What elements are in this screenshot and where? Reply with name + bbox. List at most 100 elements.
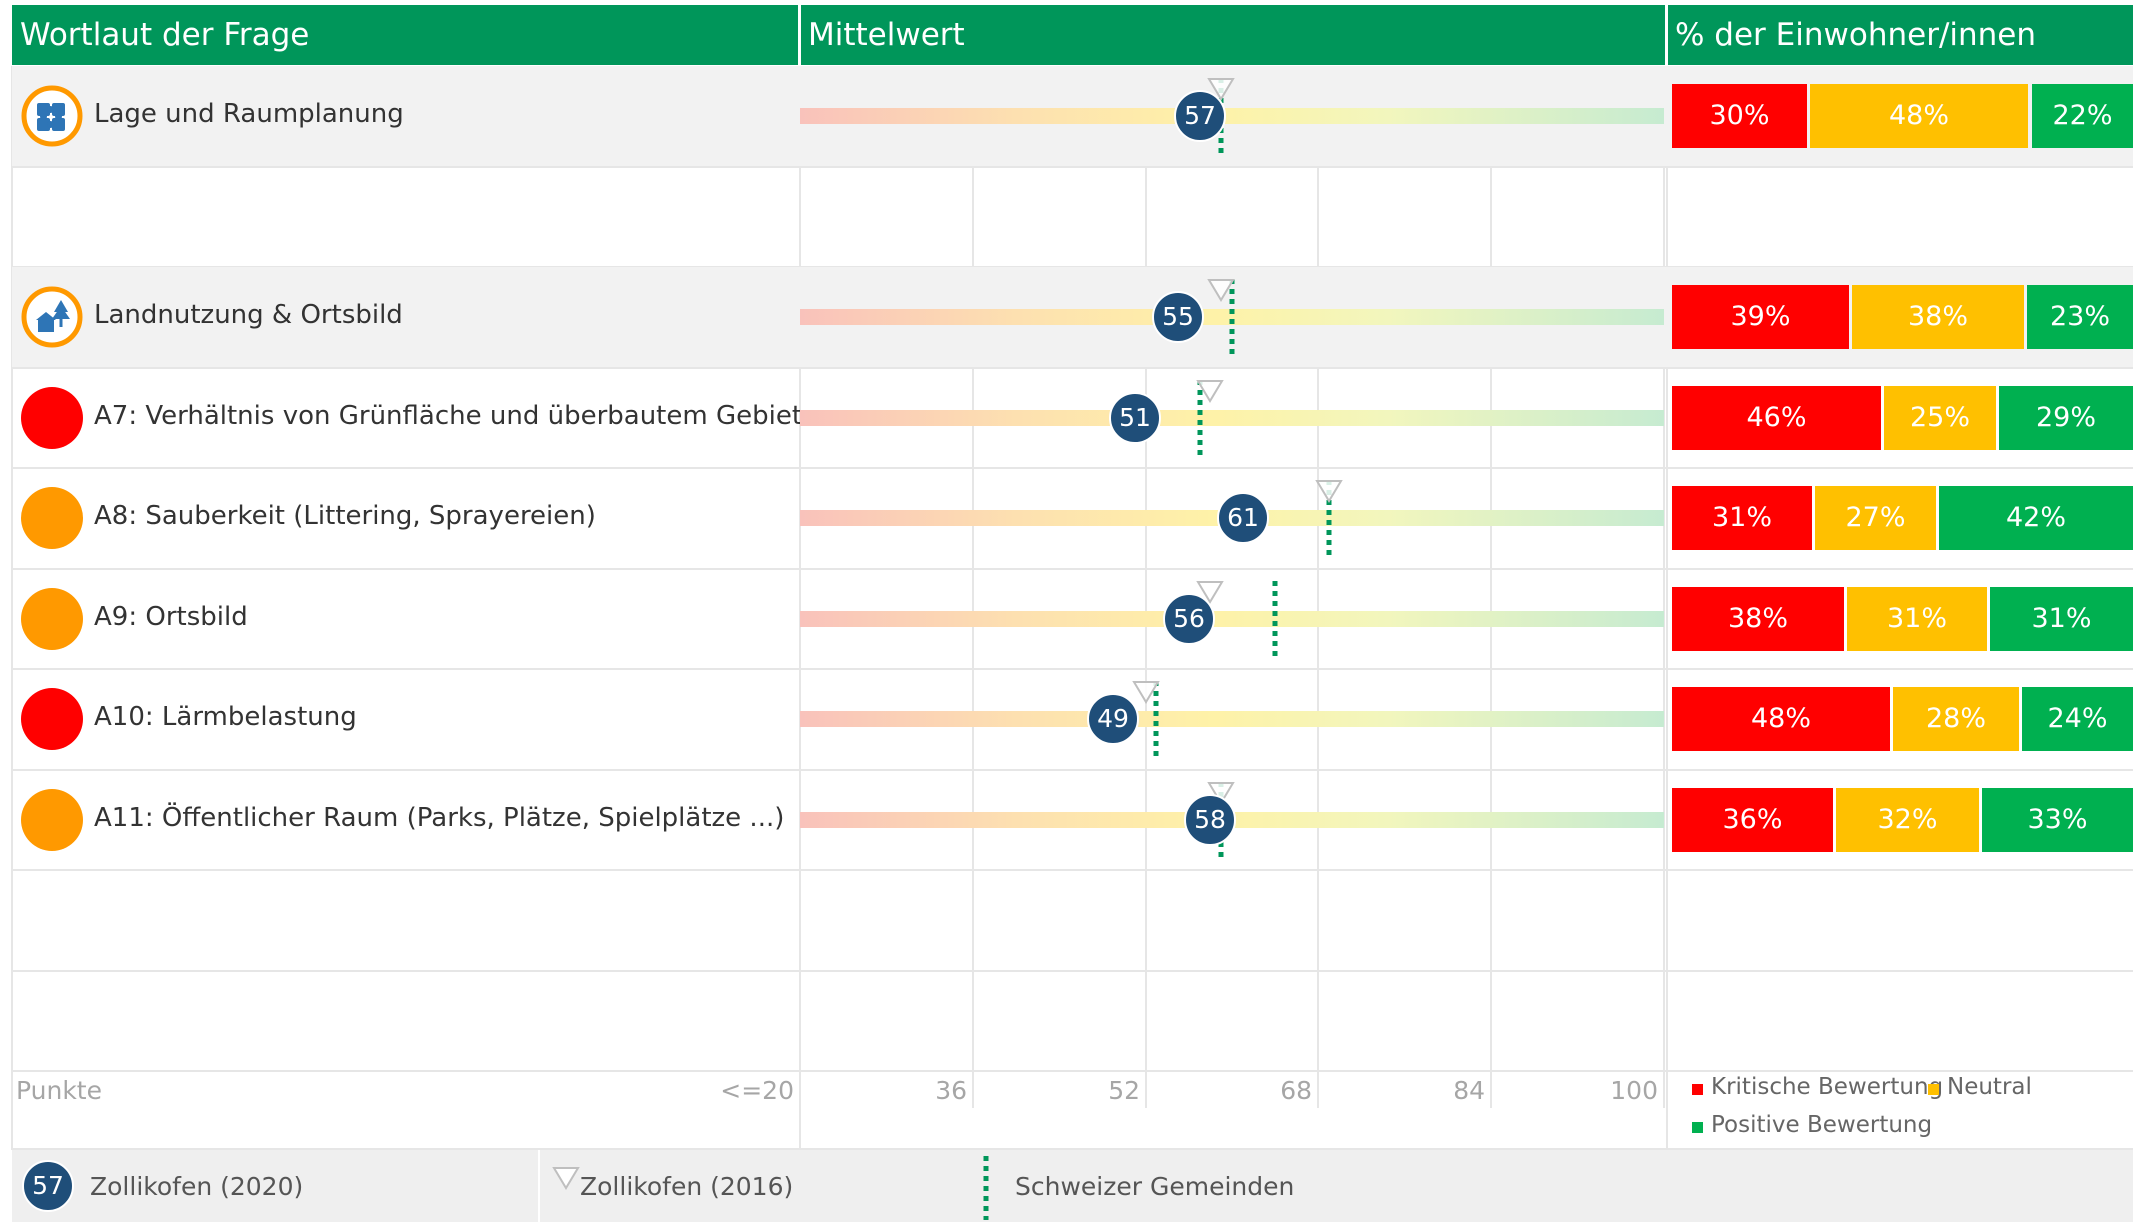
marker-2020-circle: 58 xyxy=(1184,794,1236,846)
legend-neutral-label: Neutral xyxy=(1947,1074,2032,1100)
row-divider xyxy=(12,467,2133,469)
grid-line xyxy=(1490,66,1492,1108)
marker-2020-circle: 55 xyxy=(1152,291,1204,343)
critical-segment: 39% xyxy=(1672,285,1849,349)
neutral-segment-label: 48% xyxy=(1888,100,1949,131)
grid-line xyxy=(972,66,974,1108)
neutral-segment: 48% xyxy=(1810,84,2028,148)
axis-tick-label: 52 xyxy=(1108,1076,1140,1105)
row-divider xyxy=(12,769,2133,771)
marker-2020-value: 58 xyxy=(1194,805,1226,834)
column-separator xyxy=(799,66,801,1150)
legend-circle-label: Zollikofen (2020) xyxy=(90,1172,304,1201)
axis-tick-label: 36 xyxy=(935,1076,967,1105)
question-label: Lage und Raumplanung xyxy=(94,99,404,129)
legend-circle-value: 57 xyxy=(32,1171,64,1200)
neutral-segment: 32% xyxy=(1836,788,1979,852)
critical-segment: 36% xyxy=(1672,788,1833,852)
neutral-segment-label: 32% xyxy=(1877,804,1938,835)
axis-tick-label: 68 xyxy=(1280,1076,1312,1105)
row-divider xyxy=(12,970,2133,972)
marker-2020-circle: 49 xyxy=(1087,693,1139,745)
left-border xyxy=(11,66,13,1150)
question-label: A10: Lärmbelastung xyxy=(94,702,357,732)
header-question-column: Wortlaut der Frage xyxy=(12,5,800,65)
marker-2020-value: 57 xyxy=(1184,101,1216,130)
legend-dotted-label: Schweizer Gemeinden xyxy=(1015,1172,1295,1201)
header-mean-column: Mittelwert xyxy=(800,5,1667,65)
row-divider xyxy=(12,166,2133,168)
critical-segment: 30% xyxy=(1672,84,1807,148)
positive-segment-label: 33% xyxy=(2027,804,2088,835)
critical-segment-label: 31% xyxy=(1711,502,1772,533)
marker-2016-triangle xyxy=(1132,681,1160,704)
positive-segment: 42% xyxy=(1939,486,2133,550)
positive-segment-label: 24% xyxy=(2047,703,2108,734)
positive-segment-label: 29% xyxy=(2035,402,2096,433)
chart-stage: Wortlaut der Frage Mittelwert % der Einw… xyxy=(0,0,2133,1222)
footer-divider xyxy=(538,1150,540,1222)
header-percent-column: % der Einwohner/innen xyxy=(1667,5,2133,65)
legend-triangle-label: Zollikofen (2016) xyxy=(580,1172,794,1201)
critical-segment-label: 48% xyxy=(1750,703,1811,734)
status-dot-orange xyxy=(21,789,83,851)
positive-segment: 29% xyxy=(1999,386,2133,450)
neutral-segment-label: 28% xyxy=(1925,703,1986,734)
neutral-segment-label: 31% xyxy=(1886,603,1947,634)
row-divider xyxy=(12,367,2133,369)
positive-segment: 22% xyxy=(2032,84,2133,148)
critical-segment-label: 36% xyxy=(1722,804,1783,835)
house-tree-icon xyxy=(21,286,83,348)
status-dot-orange xyxy=(21,588,83,650)
positive-segment-label: 31% xyxy=(2031,603,2092,634)
critical-segment: 48% xyxy=(1672,687,1890,751)
marker-2016-triangle xyxy=(1315,480,1343,503)
swiss-average-line xyxy=(1272,581,1278,657)
neutral-segment-label: 25% xyxy=(1909,402,1970,433)
critical-segment-label: 38% xyxy=(1727,603,1788,634)
mean-scale-bar xyxy=(800,108,1664,124)
neutral-segment: 31% xyxy=(1847,587,1987,651)
puzzle-icon xyxy=(21,85,83,147)
row-divider xyxy=(12,1070,2133,1072)
neutral-segment: 27% xyxy=(1815,486,1936,550)
legend-neutral-swatch xyxy=(1928,1084,1939,1095)
mean-scale-bar xyxy=(800,711,1664,727)
legend-triangle-icon xyxy=(552,1167,580,1190)
legend-positive-swatch xyxy=(1692,1122,1703,1133)
critical-segment: 31% xyxy=(1672,486,1812,550)
marker-2020-value: 61 xyxy=(1227,503,1259,532)
positive-segment-label: 23% xyxy=(2049,301,2110,332)
header-mean-label: Mittelwert xyxy=(808,17,965,53)
neutral-segment: 28% xyxy=(1893,687,2019,751)
row-divider xyxy=(12,869,2133,871)
mean-scale-bar xyxy=(800,410,1664,426)
row-divider xyxy=(12,568,2133,570)
question-label: A11: Öffentlicher Raum (Parks, Plätze, S… xyxy=(94,803,785,833)
positive-segment: 24% xyxy=(2022,687,2133,751)
legend-circle-marker: 57 xyxy=(22,1160,74,1212)
grid-line xyxy=(1663,66,1665,1108)
question-label: Landnutzung & Ortsbild xyxy=(94,300,403,330)
question-label: A8: Sauberkeit (Littering, Sprayereien) xyxy=(94,501,596,531)
row-divider xyxy=(12,668,2133,670)
positive-segment: 33% xyxy=(1982,788,2133,852)
marker-2020-circle: 61 xyxy=(1217,492,1269,544)
grid-line xyxy=(1145,66,1147,1108)
marker-2020-value: 56 xyxy=(1173,604,1205,633)
marker-2020-circle: 56 xyxy=(1163,593,1215,645)
legend-dotted-line-icon xyxy=(983,1156,989,1220)
marker-2020-value: 55 xyxy=(1162,302,1194,331)
header-separator xyxy=(1665,5,1668,65)
grid-line xyxy=(1317,66,1319,1108)
header-separator xyxy=(798,5,801,65)
legend-critical-swatch xyxy=(1692,1084,1703,1095)
critical-segment-label: 39% xyxy=(1730,301,1791,332)
header-question-label: Wortlaut der Frage xyxy=(20,17,310,53)
neutral-segment-label: 27% xyxy=(1845,502,1906,533)
marker-2016-triangle xyxy=(1207,279,1235,302)
marker-2020-value: 51 xyxy=(1119,403,1151,432)
axis-tick-label: <=20 xyxy=(720,1076,794,1105)
neutral-segment-label: 38% xyxy=(1907,301,1968,332)
critical-segment-label: 30% xyxy=(1709,100,1770,131)
